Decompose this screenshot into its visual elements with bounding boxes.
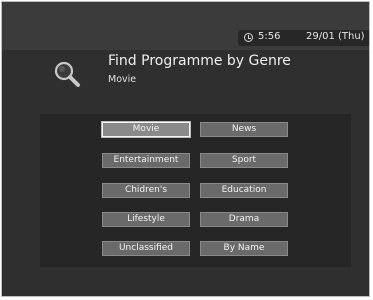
search-icon	[54, 61, 80, 87]
page-title: Find Programme by Genre	[108, 53, 291, 69]
genre-button-entertainment[interactable]: Entertainment	[102, 153, 190, 168]
genre-button-education[interactable]: Education	[200, 183, 288, 198]
genre-button-childrens[interactable]: Chidren's	[102, 183, 190, 198]
genre-button-news[interactable]: News	[200, 122, 288, 137]
tv-screen: 5:56 29/01 (Thu) Find Programme by Genre…	[1, 1, 370, 297]
genre-button-by-name[interactable]: By Name	[200, 241, 288, 256]
clock-icon	[244, 33, 253, 42]
genre-button-movie[interactable]: Movie	[102, 122, 190, 137]
clock-bar: 5:56 29/01 (Thu)	[238, 30, 369, 46]
date-display: 29/01 (Thu)	[306, 31, 365, 42]
top-bar: 5:56 29/01 (Thu)	[2, 2, 369, 50]
genre-panel: Movie News Entertainment Sport Chidren's…	[40, 114, 351, 267]
time-display: 5:56	[258, 31, 281, 42]
genre-button-lifestyle[interactable]: Lifestyle	[102, 212, 190, 227]
genre-button-sport[interactable]: Sport	[200, 153, 288, 168]
selected-genre-label: Movie	[108, 74, 137, 85]
genre-button-drama[interactable]: Drama	[200, 212, 288, 227]
genre-button-unclassified[interactable]: Unclassified	[102, 241, 190, 256]
